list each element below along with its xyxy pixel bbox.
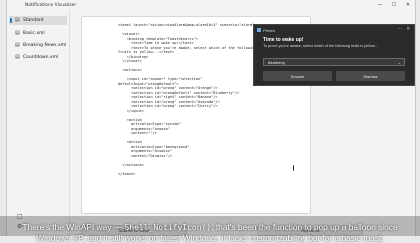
dismiss-button[interactable]: Dismiss (336, 71, 405, 81)
sidebar-item-basic[interactable]: ▤ Basic.xml (9, 29, 67, 38)
sidebar-item-label: Breaking News.xml (23, 43, 67, 48)
title-bar: Notifications Visualizer — ☐ ✕ (7, 0, 415, 10)
document-icon: ▤ (15, 42, 20, 48)
fruit-select-value: Blueberry (268, 59, 286, 65)
sidebar-item-breaking-news[interactable]: ▤ Breaking News.xml (9, 41, 67, 50)
sidebar-item-label: Countdown.xml (23, 55, 59, 60)
close-button[interactable]: ✕ (401, 0, 415, 10)
chevron-down-icon: ⌄ (397, 60, 401, 65)
document-icon: ▤ (15, 54, 20, 60)
toast-title: Time to wake up! (263, 37, 304, 43)
caption-line-2: Windows XP, and it still works on latest… (36, 233, 384, 243)
sidebar: ▤ Standard ▤ Basic.xml ▤ Breaking News.x… (7, 10, 70, 236)
document-icon: ▤ (15, 17, 20, 23)
fruit-select[interactable]: Blueberry ⌄ (263, 58, 405, 66)
sidebar-item-standard[interactable]: ▤ Standard (9, 16, 67, 25)
window-title: Notifications Visualizer (25, 2, 77, 8)
xml-code[interactable]: <toast launch="action=viewAlarm&amp;alar… (118, 23, 256, 176)
document-icon: ▤ (15, 30, 20, 36)
toast-body: To prove you're awake, select which of t… (263, 44, 378, 48)
sidebar-item-label: Basic.xml (23, 31, 45, 36)
caption-line-1: There's the WinAPI way — Shell_NotifyIco… (0, 222, 420, 233)
sidebar-item-countdown[interactable]: ▤ Countdown.xml (9, 53, 67, 62)
toast-app-name: Ptimes (263, 28, 276, 33)
maximize-button[interactable]: ☐ (387, 0, 401, 10)
window-controls: — ☐ ✕ (373, 0, 415, 10)
minimize-button[interactable]: — (373, 0, 387, 10)
sidebar-item-label: Standard (23, 18, 44, 23)
caption-code: Shell_NotifyIcon() (124, 223, 212, 232)
snooze-button[interactable]: Snooze (263, 71, 332, 81)
text-cursor (293, 165, 294, 171)
toast-close-icon[interactable]: ✕ (406, 27, 410, 32)
caption-prefix: There's the WinAPI way — (22, 222, 125, 232)
toast-notification[interactable]: Ptimes ··· ✕ Time to wake up! To prove y… (253, 24, 415, 86)
caption-suffix: , that's been the function to pop up a b… (211, 222, 398, 232)
app-icon (257, 28, 261, 32)
more-options-icon[interactable]: ··· (398, 27, 402, 32)
